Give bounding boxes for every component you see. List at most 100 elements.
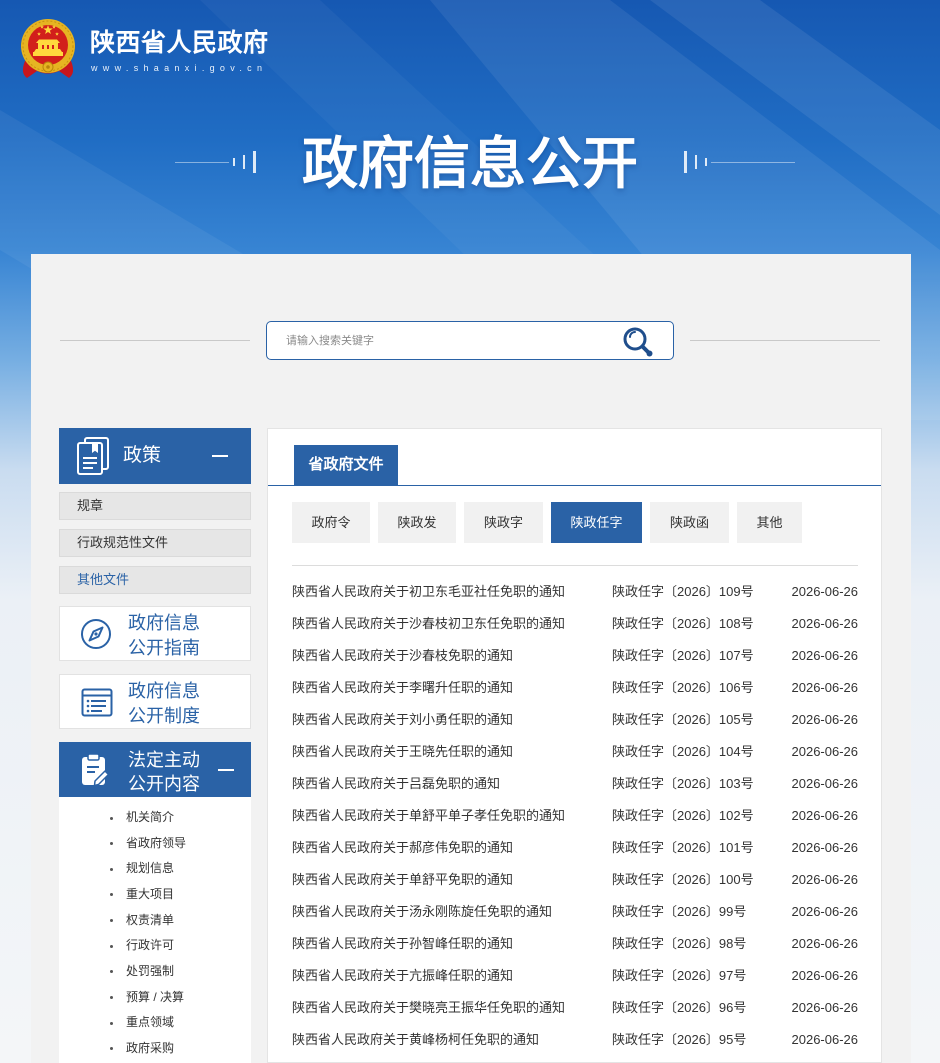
- list-document-icon: [81, 688, 113, 717]
- document-date: 2026-06-26: [791, 808, 859, 823]
- filter-shaanzhengfa-button[interactable]: 陕政发: [378, 502, 456, 543]
- document-row: 陕西省人民政府关于吕磊免职的通知 陕政任字〔2026〕103号 2026-06-26: [292, 768, 858, 800]
- document-row: 陕西省人民政府关于初卫东毛亚社任免职的通知 陕政任字〔2026〕109号 2026-…: [292, 576, 858, 608]
- document-title-link[interactable]: 陕西省人民政府关于孙智峰任职的通知: [292, 928, 513, 960]
- document-row: 陕西省人民政府关于刘小勇任职的通知 陕政任字〔2026〕105号 2026-06-2…: [292, 704, 858, 736]
- list-item: 权责清单: [59, 908, 251, 934]
- list-item: 重点领域: [59, 1010, 251, 1036]
- document-row: 陕西省人民政府关于黄峰杨柯任免职的通知 陕政任字〔2026〕95号 2026-06-…: [292, 1024, 858, 1056]
- planning-info-link[interactable]: 规划信息: [126, 861, 174, 875]
- provincial-leaders-link[interactable]: 省政府领导: [126, 836, 186, 850]
- list-item: 行政许可: [59, 933, 251, 959]
- bullet-icon: [110, 893, 113, 897]
- document-title-link[interactable]: 陕西省人民政府关于刘小勇任职的通知: [292, 704, 513, 736]
- site-name[interactable]: 陕西省人民政府: [90, 26, 269, 60]
- document-date: 2026-06-26: [791, 584, 859, 599]
- document-row: 陕西省人民政府关于汤永刚陈旋任免职的通知 陕政任字〔2026〕99号 2026-06…: [292, 896, 858, 928]
- sidebar-item-normative-documents[interactable]: 行政规范性文件: [59, 529, 251, 557]
- document-number: 陕政任字〔2026〕97号: [612, 968, 747, 983]
- document-title-link[interactable]: 陕西省人民政府关于黄峰杨柯任免职的通知: [292, 1024, 539, 1056]
- list-item: 政府采购: [59, 1036, 251, 1062]
- document-date: 2026-06-26: [791, 936, 859, 951]
- document-list: 陕西省人民政府关于初卫东毛亚社任免职的通知 陕政任字〔2026〕109号 2026-…: [292, 576, 858, 1056]
- search-button[interactable]: [622, 325, 654, 359]
- penalty-enforcement-link[interactable]: 处罚强制: [126, 964, 174, 978]
- page-title: 政府信息公开: [302, 132, 638, 197]
- document-title-link[interactable]: 陕西省人民政府关于汤永刚陈旋任免职的通知: [292, 896, 552, 928]
- document-title-link[interactable]: 陕西省人民政府关于沙春枝初卫东任免职的通知: [292, 608, 565, 640]
- document-title-link[interactable]: 陕西省人民政府关于沙春枝免职的通知: [292, 640, 513, 672]
- title-decoration-bar: [684, 151, 687, 173]
- bullet-icon: [110, 867, 113, 871]
- document-title-link[interactable]: 陕西省人民政府关于吕磊免职的通知: [292, 768, 500, 800]
- document-date: 2026-06-26: [791, 840, 859, 855]
- document-date: 2026-06-26: [791, 712, 859, 727]
- document-title-link[interactable]: 陕西省人民政府关于樊晓亮王振华任免职的通知: [292, 992, 565, 1024]
- document-title-link[interactable]: 陕西省人民政府关于初卫东毛亚社任免职的通知: [292, 576, 565, 608]
- document-number: 陕政任字〔2026〕100号: [612, 872, 754, 887]
- sidebar-item-other-documents[interactable]: 其他文件: [59, 566, 251, 594]
- budget-final-accounts-link[interactable]: 预算 / 决算: [126, 990, 184, 1004]
- document-title-link[interactable]: 陕西省人民政府关于单舒平免职的通知: [292, 864, 513, 896]
- system-label-line2: 公开制度: [128, 706, 200, 726]
- site-domain: www.shaanxi.gov.cn: [91, 63, 268, 73]
- document-number: 陕政任字〔2026〕108号: [612, 616, 754, 631]
- power-responsibility-list-link[interactable]: 权责清单: [126, 913, 174, 927]
- document-title-link[interactable]: 陕西省人民政府关于李曙升任职的通知: [292, 672, 513, 704]
- bullet-icon: [110, 1021, 113, 1025]
- sidebar-policy-header[interactable]: 政策: [59, 428, 251, 484]
- major-projects-link[interactable]: 重大项目: [126, 887, 174, 901]
- filter-government-order-button[interactable]: 政府令: [292, 502, 370, 543]
- document-title-link[interactable]: 陕西省人民政府关于亢振峰任职的通知: [292, 960, 513, 992]
- list-item: 规划信息: [59, 856, 251, 882]
- title-decoration-bar: [695, 155, 697, 169]
- sidebar-item-regulations[interactable]: 规章: [59, 492, 251, 520]
- document-number: 陕政任字〔2026〕107号: [612, 648, 754, 663]
- bullet-icon: [110, 944, 113, 948]
- administrative-licensing-link[interactable]: 行政许可: [126, 938, 174, 952]
- collapse-icon[interactable]: [218, 769, 234, 771]
- list-divider: [292, 565, 858, 566]
- statutory-content-list: 机关简介 省政府领导 规划信息 重大项目 权责清单 行政许可 处罚强制 预算 /…: [59, 797, 251, 1063]
- document-number: 陕政任字〔2026〕102号: [612, 808, 754, 823]
- filter-other-button[interactable]: 其他: [737, 502, 802, 543]
- site-logo-link[interactable]: [18, 17, 78, 81]
- filter-shaanzhengzi-button[interactable]: 陕政字: [464, 502, 543, 543]
- tab-provincial-government-documents[interactable]: 省政府文件: [294, 445, 398, 485]
- document-number: 陕政任字〔2026〕106号: [612, 680, 754, 695]
- document-row: 陕西省人民政府关于单舒平免职的通知 陕政任字〔2026〕100号 2026-06-2…: [292, 864, 858, 896]
- list-item: 机关简介: [59, 805, 251, 831]
- document-number: 陕政任字〔2026〕103号: [612, 776, 754, 791]
- document-date: 2026-06-26: [791, 616, 859, 631]
- search-input[interactable]: [284, 322, 614, 359]
- document-row: 陕西省人民政府关于郝彦伟免职的通知 陕政任字〔2026〕101号 2026-06-2…: [292, 832, 858, 864]
- document-number: 陕政任字〔2026〕104号: [612, 744, 754, 759]
- org-profile-link[interactable]: 机关简介: [126, 810, 174, 824]
- national-emblem-icon: [21, 19, 75, 78]
- document-title-link[interactable]: 陕西省人民政府关于王晓先任职的通知: [292, 736, 513, 768]
- system-label-line1: 政府信息: [128, 681, 200, 701]
- document-date: 2026-06-26: [791, 968, 859, 983]
- key-areas-link[interactable]: 重点领域: [126, 1015, 174, 1029]
- search-divider-right: [690, 340, 880, 341]
- document-date: 2026-06-26: [791, 680, 859, 695]
- sidebar-statutory-header[interactable]: 法定主动 公开内容: [59, 742, 251, 797]
- sidebar-policy-label: 政策: [123, 445, 162, 466]
- document-number: 陕政任字〔2026〕109号: [612, 584, 754, 599]
- filter-shaanzhengrenzi-button[interactable]: 陕政任字: [551, 502, 642, 543]
- bullet-icon: [110, 970, 113, 974]
- sidebar-disclosure-system[interactable]: 政府信息 公开制度: [59, 674, 251, 729]
- statutory-label-line2: 公开内容: [128, 774, 200, 794]
- compass-icon: [81, 619, 111, 649]
- government-procurement-link[interactable]: 政府采购: [126, 1041, 174, 1055]
- document-date: 2026-06-26: [791, 872, 859, 887]
- document-date: 2026-06-26: [791, 776, 859, 791]
- filter-shaanzhenghan-button[interactable]: 陕政函: [650, 502, 729, 543]
- document-title-link[interactable]: 陕西省人民政府关于单舒平单子孝任免职的通知: [292, 800, 565, 832]
- bullet-icon: [110, 842, 113, 846]
- clipboard-edit-icon: [82, 753, 110, 787]
- collapse-icon[interactable]: [212, 455, 228, 457]
- document-title-link[interactable]: 陕西省人民政府关于郝彦伟免职的通知: [292, 832, 513, 864]
- document-number: 陕政任字〔2026〕98号: [612, 936, 747, 951]
- sidebar-disclosure-guide[interactable]: 政府信息 公开指南: [59, 606, 251, 661]
